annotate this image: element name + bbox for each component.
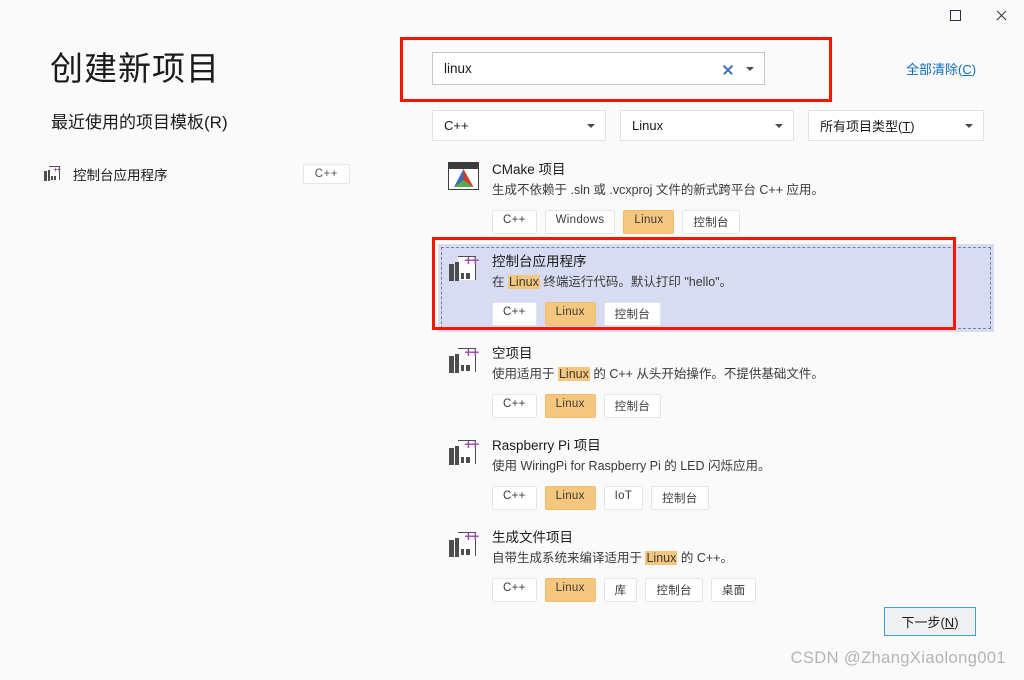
template-title: CMake 项目 (492, 160, 984, 179)
template-description: 生成不依赖于 .sln 或 .vcxproj 文件的新式跨平台 C++ 应用。 (492, 181, 984, 200)
template-description-text: 自带生成系统来编译适用于 (492, 551, 645, 565)
maximize-button[interactable] (932, 0, 978, 30)
next-button[interactable]: 下一步(N) (884, 607, 976, 636)
filter-dropdown-label: C++ (444, 118, 469, 133)
template-item[interactable]: ++生成文件项目自带生成系统来编译适用于 Linux 的 C++。C++Linu… (438, 520, 994, 608)
filter-dropdown-language[interactable]: C++ (432, 110, 606, 141)
maximize-icon (950, 10, 961, 21)
template-tag: 库 (604, 578, 638, 602)
filter-dropdowns: C++ Linux 所有项目类型(T) (432, 110, 984, 141)
template-description-text: 终端运行代码。默认打印 "hello"。 (540, 275, 732, 289)
cpp-project-icon: ++ (448, 346, 478, 376)
template-title: 生成文件项目 (492, 528, 984, 547)
template-icon: ++ (448, 254, 482, 326)
template-tag: C++ (492, 578, 537, 602)
template-tag: 桌面 (711, 578, 757, 602)
template-tags: C++ Windows Linux 控制台 (492, 210, 984, 234)
cpp-project-icon: ++ (44, 166, 61, 183)
template-body: 控制台应用程序在 Linux 终端运行代码。默认打印 "hello"。C++Li… (492, 252, 984, 326)
template-icon: ++ (448, 346, 482, 418)
search-box[interactable] (432, 52, 765, 85)
template-body: CMake 项目生成不依赖于 .sln 或 .vcxproj 文件的新式跨平台 … (492, 160, 984, 234)
template-body: 生成文件项目自带生成系统来编译适用于 Linux 的 C++。C++Linux库… (492, 528, 984, 602)
template-tag: Linux (623, 210, 674, 234)
cpp-project-icon: ++ (448, 254, 478, 284)
right-pane: 全部清除(C) C++ Linux 所有项目类型(T) CMake 项目生成不依赖于… (400, 32, 1024, 680)
chevron-down-icon (775, 124, 783, 128)
filter-dropdown-label: Linux (632, 118, 663, 133)
template-body: Raspberry Pi 项目使用 WiringPi for Raspberry… (492, 436, 984, 510)
close-button[interactable] (978, 0, 1024, 30)
template-tag: Linux (545, 394, 596, 418)
template-tags: C++ Linux 控制台 (492, 302, 984, 326)
template-tag: IoT (604, 486, 644, 510)
page-title: 创建新项目 (50, 42, 220, 90)
template-tag: 控制台 (604, 394, 661, 418)
template-tag: C++ (492, 486, 537, 510)
template-tag: 控制台 (682, 210, 739, 234)
template-tag: 控制台 (645, 578, 702, 602)
template-title: 控制台应用程序 (492, 252, 984, 271)
title-bar (0, 0, 1024, 32)
template-tag: Windows (545, 210, 616, 234)
filter-dropdown-project-type[interactable]: 所有项目类型(T) (808, 110, 984, 141)
template-item-selected[interactable]: ++控制台应用程序在 Linux 终端运行代码。默认打印 "hello"。C++… (438, 244, 994, 332)
template-description-text: 使用适用于 (492, 367, 558, 381)
search-row (432, 52, 765, 85)
template-tag: Linux (545, 486, 596, 510)
template-item[interactable]: ++ Raspberry Pi 项目使用 WiringPi for Raspber… (438, 428, 994, 516)
cpp-project-icon: ++ (448, 438, 478, 468)
next-button-label: 下一步(N) (901, 612, 958, 631)
template-tag: Linux (545, 578, 596, 602)
template-item[interactable]: CMake 项目生成不依赖于 .sln 或 .vcxproj 文件的新式跨平台 … (438, 152, 994, 240)
template-tags: C++ Linux IoT 控制台 (492, 486, 984, 510)
template-description-text: 在 (492, 275, 508, 289)
chevron-down-icon (965, 124, 973, 128)
search-match-highlight: Linux (508, 275, 540, 289)
template-tag: Linux (545, 302, 596, 326)
recent-template-item[interactable]: ++ 控制台应用程序 C++ (38, 158, 358, 190)
search-match-highlight: Linux (645, 551, 677, 565)
template-body: 空项目使用适用于 Linux 的 C++ 从头开始操作。不提供基础文件。 C++ L… (492, 344, 984, 418)
chevron-down-icon (587, 124, 595, 128)
template-tag: C++ (492, 302, 537, 326)
clear-x-icon[interactable] (721, 62, 735, 76)
filter-dropdown-platform[interactable]: Linux (620, 110, 794, 141)
template-description: 自带生成系统来编译适用于 Linux 的 C++。 (492, 549, 984, 568)
template-tag: 控制台 (604, 302, 661, 326)
filter-dropdown-label: 所有项目类型(T) (820, 116, 915, 135)
template-tag: C++ (492, 210, 537, 234)
search-match-highlight: Linux (558, 367, 590, 381)
template-icon (448, 162, 482, 234)
recent-templates-heading: 最近使用的项目模板(R) (51, 108, 228, 133)
template-list: CMake 项目生成不依赖于 .sln 或 .vcxproj 文件的新式跨平台 … (438, 152, 994, 612)
template-description: 使用 WiringPi for Raspberry Pi 的 LED 闪烁应用。 (492, 457, 984, 476)
template-item[interactable]: ++ 空项目使用适用于 Linux 的 C++ 从头开始操作。不提供基础文件。 C+… (438, 336, 994, 424)
recent-template-tag: C++ (303, 164, 350, 184)
template-description-text: 的 C++。 (677, 551, 733, 565)
template-description: 使用适用于 Linux 的 C++ 从头开始操作。不提供基础文件。 (492, 365, 984, 384)
template-description-text: 使用 WiringPi for Raspberry Pi 的 LED 闪烁应用。 (492, 459, 771, 473)
close-icon (995, 9, 1008, 22)
template-title: 空项目 (492, 344, 984, 363)
template-icon: ++ (448, 530, 482, 602)
template-icon: ++ (448, 438, 482, 510)
recent-templates-list: ++ 控制台应用程序 C++ (38, 158, 358, 190)
recent-template-label: 控制台应用程序 (73, 164, 168, 184)
watermark: CSDN @ZhangXiaolong001 (791, 649, 1006, 668)
template-tag: C++ (492, 394, 537, 418)
template-description-text: 生成不依赖于 .sln 或 .vcxproj 文件的新式跨平台 C++ 应用。 (492, 183, 824, 197)
left-pane: 创建新项目 最近使用的项目模板(R) ++ 控制台应用程序 C++ (0, 32, 400, 680)
clear-all-link[interactable]: 全部清除(C) (906, 59, 976, 78)
search-input[interactable] (433, 53, 703, 84)
template-tags: C++ Linux 控制台 (492, 394, 984, 418)
template-description-text: 的 C++ 从头开始操作。不提供基础文件。 (590, 367, 824, 381)
template-tag: 控制台 (651, 486, 708, 510)
cpp-project-icon: ++ (448, 530, 478, 560)
template-title: Raspberry Pi 项目 (492, 436, 984, 455)
chevron-down-icon[interactable] (746, 67, 754, 71)
template-description: 在 Linux 终端运行代码。默认打印 "hello"。 (492, 273, 984, 292)
cmake-logo-icon (448, 162, 479, 190)
template-tags: C++ Linux 库控制台桌面 (492, 578, 984, 602)
